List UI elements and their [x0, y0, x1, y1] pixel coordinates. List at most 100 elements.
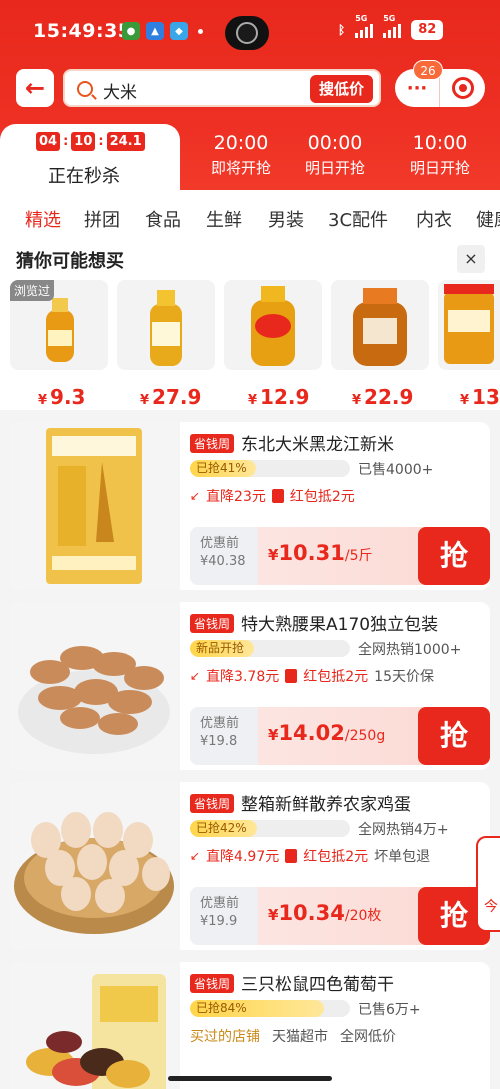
- sale-progress: 已抢42%: [190, 820, 350, 837]
- sale-progress: 新品开抢: [190, 640, 350, 657]
- app-notification-icon: ◆: [170, 22, 188, 40]
- tab-category[interactable]: 内衣: [416, 206, 452, 232]
- recommend-price: ¥12.9: [248, 385, 310, 409]
- product-labels: 买过的店铺 天猫超市 全网低价: [190, 1029, 396, 1045]
- system-icons: ᛒ 5G 5G 82: [338, 14, 444, 40]
- recommend-item[interactable]: [438, 280, 500, 370]
- notification-icons: ● ▲ ◆: [122, 22, 203, 40]
- sold-count: 已售4000+: [358, 462, 434, 478]
- camera-icon: [236, 22, 258, 44]
- tab-category[interactable]: 精选: [25, 206, 61, 232]
- session-tab[interactable]: 10:00 明日开抢: [395, 132, 485, 178]
- recommend-item[interactable]: 浏览过: [10, 280, 108, 370]
- search-box[interactable]: 大米 搜低价: [63, 69, 381, 107]
- message-badge: 26: [413, 60, 443, 80]
- more-notifications-icon: [198, 28, 203, 34]
- tab-category[interactable]: 健康: [476, 206, 500, 232]
- honey-bottle-image: [150, 290, 182, 366]
- red-packet-icon: [285, 849, 298, 863]
- product-perks: ↙ 直降4.97元 红包抵2元 坏单包退: [190, 849, 431, 865]
- product-image: [10, 422, 180, 590]
- product-card[interactable]: 省钱周 东北大米黑龙江新米 已抢41% 已售4000+ ↙ 直降23元 红包抵2元 …: [10, 422, 490, 590]
- price-drop-icon: ↙: [190, 489, 201, 503]
- viewed-badge: 浏览过: [10, 280, 55, 301]
- session-label: 正在秒杀: [48, 166, 120, 187]
- app-notification-icon: ●: [122, 22, 140, 40]
- product-list: 省钱周 东北大米黑龙江新米 已抢41% 已售4000+ ↙ 直降23元 红包抵2元 …: [0, 410, 500, 1089]
- search-icon: [77, 81, 93, 97]
- header: 15:49:35 ● ▲ ◆ ᛒ 5G 5G 82 ← 大米 搜低价 ··· 2…: [0, 0, 500, 194]
- recommend-price: ¥22.9: [352, 385, 414, 409]
- original-price: 优惠前 ¥40.38: [190, 527, 258, 585]
- tab-category[interactable]: 男装: [268, 206, 304, 232]
- sold-count: 全网热销1000+: [358, 642, 462, 658]
- search-button[interactable]: 搜低价: [309, 75, 373, 103]
- price-bar: 优惠前 ¥19.9 ¥10.34/20枚 抢: [190, 887, 490, 945]
- recommend-price: ¥27.9: [140, 385, 202, 409]
- honey-bottle-image: [251, 286, 295, 366]
- home-indicator: [168, 1076, 332, 1081]
- grab-button[interactable]: 抢: [418, 707, 490, 765]
- product-perks: ↙ 直降3.78元 红包抵2元 15天价保: [190, 669, 434, 685]
- search-input[interactable]: 大米: [103, 78, 137, 103]
- current-price: ¥14.02/250g: [268, 721, 386, 745]
- session-tab[interactable]: 00:00 明日开抢: [290, 132, 380, 178]
- product-title: 整箱新鲜散养农家鸡蛋: [241, 795, 411, 815]
- product-image: [10, 782, 180, 950]
- product-card[interactable]: 省钱周 特大熟腰果A170独立包装 新品开抢 全网热销1000+ ↙ 直降3.78…: [10, 602, 490, 770]
- app: 15:49:35 ● ▲ ◆ ᛒ 5G 5G 82 ← 大米 搜低价 ··· 2…: [0, 0, 500, 1089]
- category-tabs: 精选 拼团 食品 生鲜 男装 3C配件 内衣 健康: [0, 190, 500, 240]
- sold-count: 全网热销4万+: [358, 822, 449, 838]
- recommend-price: ¥13: [460, 385, 500, 409]
- red-packet-icon: [285, 669, 298, 683]
- current-price: ¥10.34/20枚: [268, 901, 382, 925]
- product-card[interactable]: 省钱周 整箱新鲜散养农家鸡蛋 已抢42% 全网热销4万+ ↙ 直降4.97元 红包抵…: [10, 782, 490, 950]
- sold-count: 已售6万+: [358, 1002, 421, 1018]
- session-tab[interactable]: 20:00 即将开抢: [196, 132, 286, 178]
- session-tab-active[interactable]: 04: 10: 24.1 正在秒杀: [0, 124, 180, 194]
- main-content: 精选 拼团 食品 生鲜 男装 3C配件 内衣 健康 猜你可能想买 × 浏览过 ¥…: [0, 190, 500, 1089]
- original-price: 优惠前 ¥19.9: [190, 887, 258, 945]
- battery-icon: 82: [411, 20, 444, 40]
- product-title: 三只松鼠四色葡萄干: [241, 975, 394, 995]
- recommend-title: 猜你可能想买: [16, 251, 124, 272]
- promo-tag: 省钱周: [190, 974, 235, 993]
- target-icon: [451, 77, 474, 99]
- tab-category[interactable]: 3C配件: [328, 206, 388, 232]
- honey-jar-image: [444, 284, 494, 364]
- product-perks: ↙ 直降23元 红包抵2元: [190, 489, 355, 505]
- tab-category[interactable]: 生鲜: [206, 206, 242, 232]
- red-packet-icon: [271, 489, 284, 503]
- status-bar: 15:49:35 ● ▲ ◆ ᛒ 5G 5G 82: [0, 0, 500, 60]
- floating-side-button[interactable]: 今: [476, 836, 500, 932]
- product-image: [10, 962, 180, 1089]
- recommend-item[interactable]: [331, 280, 429, 370]
- price-bar: 优惠前 ¥40.38 ¥10.31/5斤 抢: [190, 527, 490, 585]
- close-miniapp-button[interactable]: [440, 69, 485, 107]
- promo-tag: 省钱周: [190, 434, 235, 453]
- sale-progress: 已抢84%: [190, 1000, 350, 1017]
- tab-category[interactable]: 拼团: [84, 206, 120, 232]
- tab-category[interactable]: 食品: [145, 206, 181, 232]
- arrow-left-icon: ←: [24, 74, 46, 102]
- grab-button[interactable]: 抢: [418, 527, 490, 585]
- signal-icon: 5G: [383, 14, 402, 38]
- signal-icon: 5G: [355, 14, 374, 38]
- app-notification-icon: ▲: [146, 22, 164, 40]
- price-drop-icon: ↙: [190, 669, 201, 683]
- current-price: ¥10.31/5斤: [268, 541, 373, 565]
- status-time: 15:49:35: [33, 20, 132, 42]
- dynamic-island: [225, 16, 269, 50]
- close-icon[interactable]: ×: [457, 245, 485, 273]
- back-button[interactable]: ←: [16, 69, 54, 107]
- honey-jar-image: [353, 288, 407, 366]
- recommend-item[interactable]: [224, 280, 322, 370]
- product-card[interactable]: 省钱周 三只松鼠四色葡萄干 已抢84% 已售6万+ 买过的店铺 天猫超市 全网低…: [10, 962, 490, 1089]
- product-image: [10, 602, 180, 770]
- price-bar: 优惠前 ¥19.8 ¥14.02/250g 抢: [190, 707, 490, 765]
- recommend-price: ¥9.3: [38, 385, 86, 409]
- original-price: 优惠前 ¥19.8: [190, 707, 258, 765]
- recommend-item[interactable]: [117, 280, 215, 370]
- price-drop-icon: ↙: [190, 849, 201, 863]
- flash-sale-sessions: 04: 10: 24.1 正在秒杀 20:00 即将开抢 00:00 明日开抢 …: [0, 124, 500, 194]
